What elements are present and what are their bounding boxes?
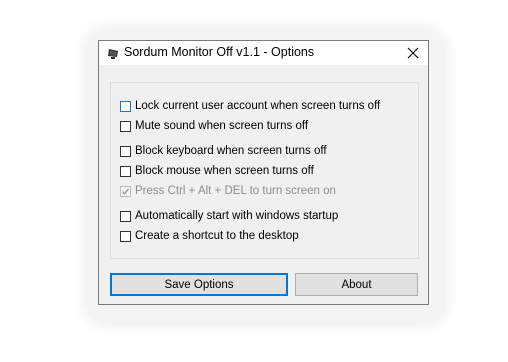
option-block-mouse[interactable]: Block mouse when screen turns off bbox=[120, 163, 314, 179]
option-mute-sound[interactable]: Mute sound when screen turns off bbox=[120, 118, 308, 134]
option-desktop-shortcut[interactable]: Create a shortcut to the desktop bbox=[120, 228, 299, 244]
close-icon bbox=[407, 47, 419, 59]
option-label: Block keyboard when screen turns off bbox=[135, 145, 327, 157]
window-title: Sordum Monitor Off v1.1 - Options bbox=[124, 45, 315, 59]
option-ctrl-alt-del: Press Ctrl + Alt + DEL to turn screen on bbox=[120, 183, 336, 199]
option-label: Automatically start with windows startup bbox=[135, 210, 339, 222]
ctrl-alt-del-checkbox bbox=[120, 185, 131, 197]
close-button[interactable] bbox=[398, 41, 428, 65]
block-mouse-checkbox[interactable] bbox=[120, 165, 131, 177]
save-options-button[interactable]: Save Options bbox=[110, 273, 288, 296]
monitor-off-app-icon bbox=[107, 47, 119, 59]
option-label: Block mouse when screen turns off bbox=[135, 165, 314, 177]
desktop-shortcut-checkbox[interactable] bbox=[120, 230, 131, 242]
option-block-keyboard[interactable]: Block keyboard when screen turns off bbox=[120, 143, 327, 159]
block-keyboard-checkbox[interactable] bbox=[120, 145, 131, 157]
option-lock-account[interactable]: Lock current user account when screen tu… bbox=[120, 98, 380, 114]
lock-account-checkbox[interactable] bbox=[120, 100, 131, 112]
about-button[interactable]: About bbox=[295, 273, 418, 296]
option-label: Mute sound when screen turns off bbox=[135, 120, 309, 132]
option-label: Create a shortcut to the desktop bbox=[135, 230, 299, 242]
option-label: Press Ctrl + Alt + DEL to turn screen on bbox=[135, 185, 336, 197]
options-dialog: Sordum Monitor Off v1.1 - Options Lock c… bbox=[98, 40, 429, 305]
title-bar[interactable]: Sordum Monitor Off v1.1 - Options bbox=[99, 41, 428, 65]
mute-sound-checkbox[interactable] bbox=[120, 120, 131, 132]
option-autostart[interactable]: Automatically start with windows startup bbox=[120, 208, 338, 224]
checkmark-icon bbox=[122, 187, 130, 195]
autostart-checkbox[interactable] bbox=[120, 210, 131, 222]
option-label: Lock current user account when screen tu… bbox=[135, 100, 381, 112]
